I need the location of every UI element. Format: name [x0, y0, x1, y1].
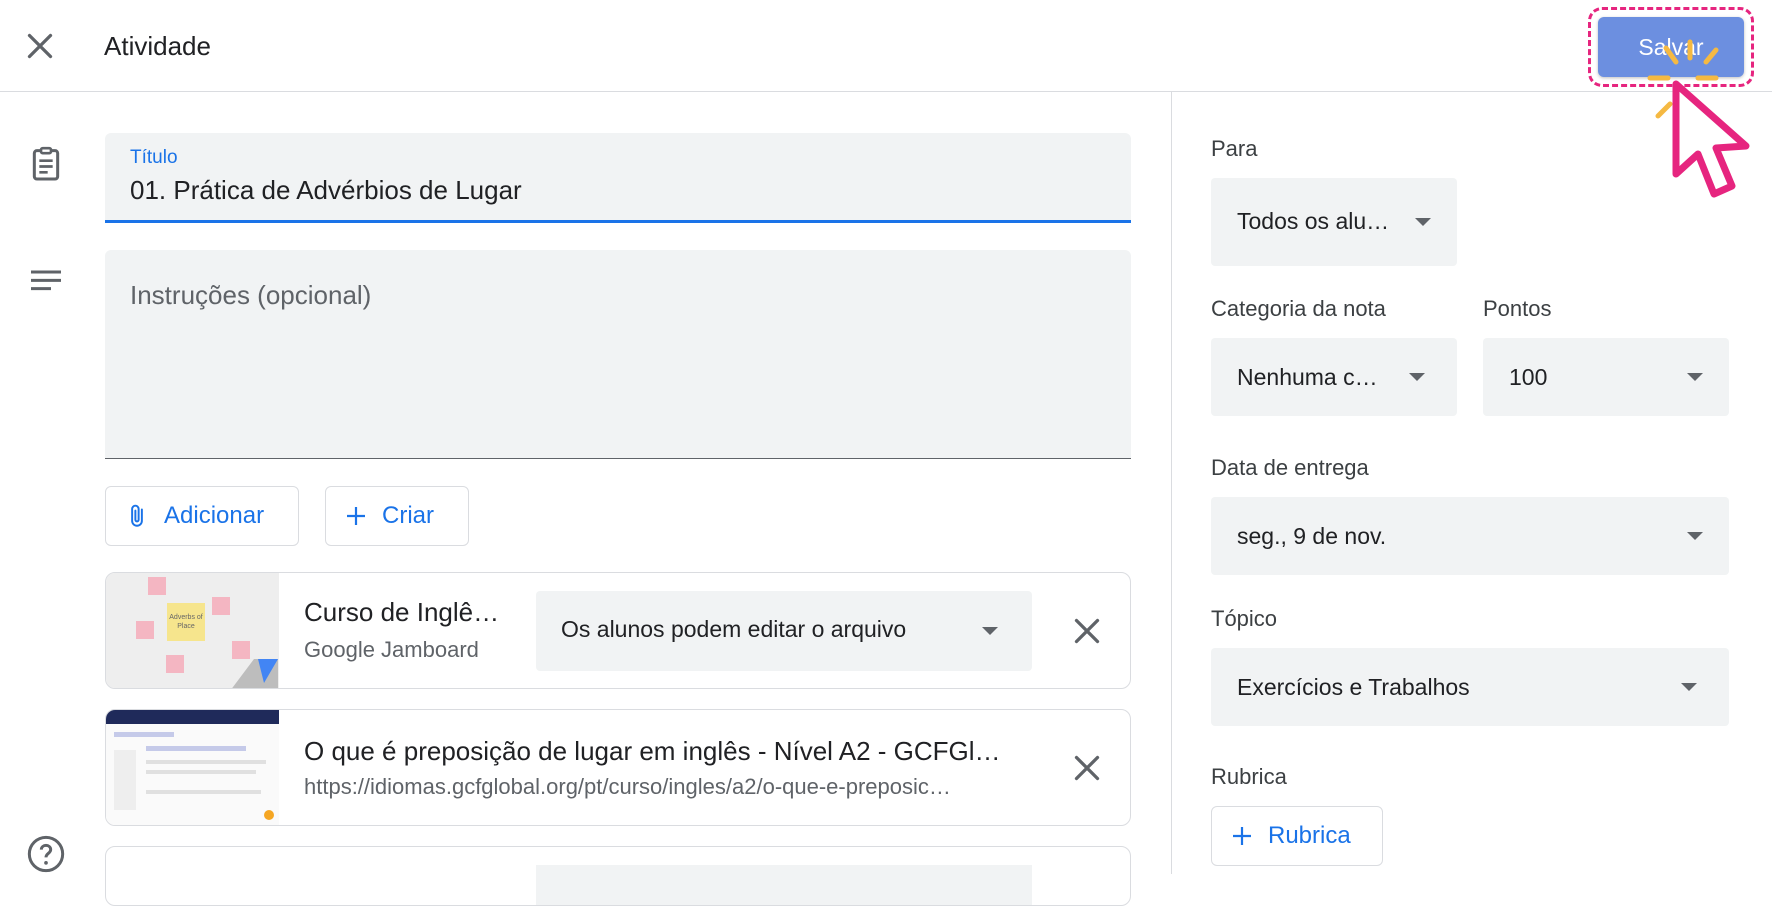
- topic-select[interactable]: Exercícios e Trabalhos: [1211, 648, 1729, 726]
- jamboard-thumbnail: Adverbs of Place: [106, 573, 279, 688]
- app-header: [0, 0, 1772, 92]
- points-label: Pontos: [1483, 296, 1552, 321]
- chevron-down-icon: [982, 627, 998, 635]
- paperclip-icon: [131, 504, 143, 527]
- instructions-field[interactable]: Instruções (opcional): [105, 250, 1131, 459]
- add-attachment-button[interactable]: Adicionar: [105, 486, 299, 546]
- points-value: 100: [1509, 364, 1548, 390]
- notes-icon: [31, 270, 61, 291]
- title-input[interactable]: 01. Prática de Advérbios de Lugar: [130, 175, 522, 206]
- grade-category-label: Categoria da nota: [1211, 296, 1386, 321]
- attachment-card-jamboard[interactable]: Adverbs of Place Curso de Inglê… Google …: [105, 572, 1131, 689]
- permission-value: Os alunos podem editar o arquivo: [561, 616, 907, 642]
- for-label: Para: [1211, 136, 1258, 161]
- title-field[interactable]: Título 01. Prática de Advérbios de Lugar: [105, 133, 1131, 223]
- due-date-label: Data de entrega: [1211, 455, 1369, 480]
- jamboard-note-text: Adverbs of Place: [167, 603, 205, 641]
- due-date-value: seg., 9 de nov.: [1237, 523, 1387, 549]
- page-title: Atividade: [104, 31, 211, 61]
- close-icon[interactable]: [22, 28, 58, 64]
- plus-icon: [347, 507, 365, 525]
- attachment-url: https://idiomas.gcfglobal.org/pt/curso/i…: [304, 774, 951, 799]
- grade-category-value: Nenhuma c…: [1237, 364, 1378, 390]
- due-date-select[interactable]: seg., 9 de nov.: [1211, 497, 1729, 575]
- attachment-subtitle: Google Jamboard: [304, 637, 479, 662]
- plus-icon: [1233, 827, 1251, 845]
- chevron-down-icon: [1687, 373, 1703, 381]
- save-button[interactable]: Salvar: [1598, 17, 1744, 77]
- create-label: Criar: [382, 502, 434, 529]
- create-button[interactable]: Criar: [325, 486, 469, 546]
- panel-divider: [1171, 92, 1172, 874]
- attachment-card-link[interactable]: O que é preposição de lugar em inglês - …: [105, 709, 1131, 826]
- chevron-down-icon: [1415, 218, 1431, 226]
- grade-category-select[interactable]: Nenhuma c…: [1211, 338, 1457, 416]
- add-rubric-button[interactable]: Rubrica: [1211, 806, 1383, 866]
- attachment-title[interactable]: O que é preposição de lugar em inglês - …: [304, 736, 1034, 767]
- assignment-icon: [32, 146, 60, 181]
- help-icon[interactable]: [26, 834, 66, 874]
- chevron-down-icon: [1681, 683, 1697, 691]
- chevron-down-icon: [1409, 373, 1425, 381]
- link-thumbnail: [106, 710, 279, 825]
- rubric-button-label: Rubrica: [1268, 822, 1351, 849]
- points-select[interactable]: 100: [1483, 338, 1729, 416]
- close-icon[interactable]: [1069, 750, 1105, 786]
- for-value: Todos os alu…: [1237, 208, 1390, 234]
- title-label: Título: [130, 147, 178, 168]
- jamboard-corner-icon: [232, 659, 278, 688]
- instructions-placeholder: Instruções (opcional): [130, 280, 372, 310]
- permission-select[interactable]: Os alunos podem editar o arquivo: [536, 591, 1032, 671]
- attachment-card-partial[interactable]: [105, 846, 1131, 906]
- for-select[interactable]: Todos os alu…: [1211, 178, 1457, 266]
- attachment-title[interactable]: Curso de Inglê…: [304, 597, 504, 628]
- topic-value: Exercícios e Trabalhos: [1237, 674, 1470, 700]
- topic-label: Tópico: [1211, 606, 1278, 631]
- add-label: Adicionar: [164, 502, 265, 529]
- permission-select[interactable]: [536, 865, 1032, 905]
- close-icon[interactable]: [1069, 613, 1105, 649]
- rubric-label: Rubrica: [1211, 764, 1287, 789]
- chevron-down-icon: [1687, 532, 1703, 540]
